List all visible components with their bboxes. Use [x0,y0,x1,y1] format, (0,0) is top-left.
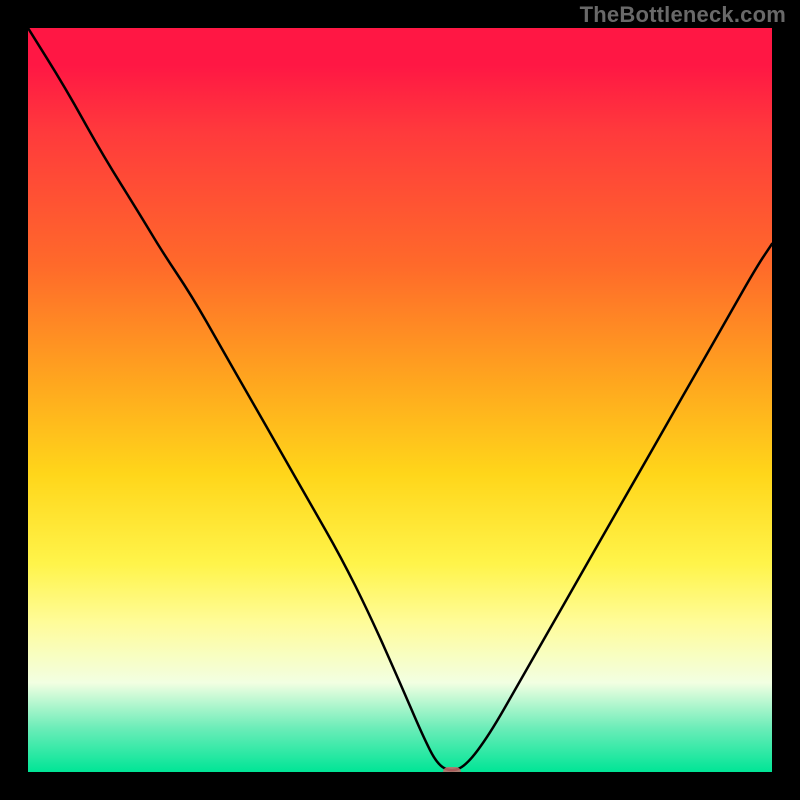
chart-stage: TheBottleneck.com [0,0,800,800]
trough-marker [443,767,461,772]
watermark-label: TheBottleneck.com [580,2,786,28]
bottleneck-curve [28,28,772,772]
curve-path [28,28,772,770]
plot-area [28,28,772,772]
